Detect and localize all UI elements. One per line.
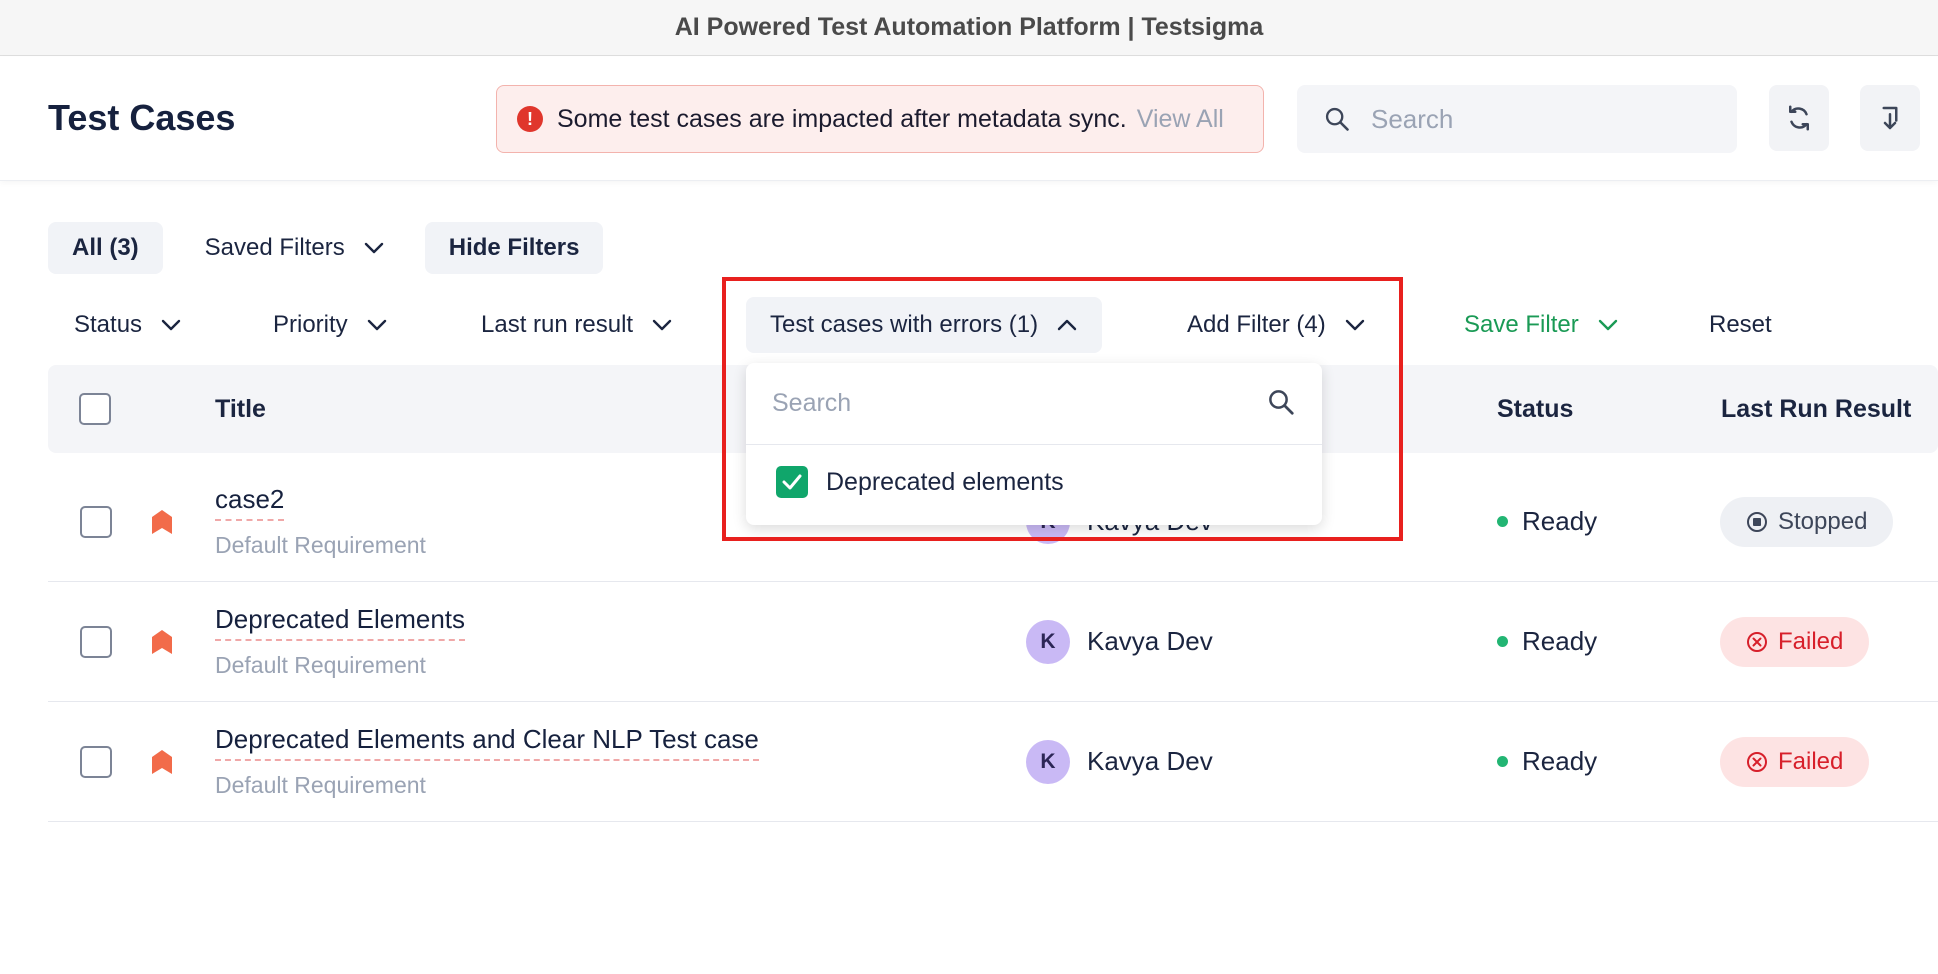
view-all-link[interactable]: View All (1137, 105, 1224, 134)
column-last-run-result[interactable]: Last Run Result (1721, 365, 1911, 453)
all-tab[interactable]: All (3) (48, 222, 163, 274)
status-badge: Stopped (1720, 497, 1894, 547)
chevron-down-icon (1598, 319, 1617, 331)
refresh-button[interactable] (1769, 85, 1829, 151)
owner-name: Kavya Dev (1087, 626, 1213, 656)
test-case-title[interactable]: Deprecated Elements (215, 604, 466, 641)
row-checkbox[interactable] (80, 626, 112, 658)
status-cell: Ready (1497, 746, 1597, 777)
saved-filters-dropdown[interactable]: Saved Filters (205, 234, 385, 262)
priority-flag-icon (152, 750, 172, 774)
window-title: AI Powered Test Automation Platform | Te… (0, 0, 1938, 56)
status-filter[interactable]: Status (74, 297, 182, 353)
column-title[interactable]: Title (215, 365, 266, 453)
status-dot-icon (1497, 756, 1508, 767)
chevron-down-icon (652, 319, 672, 331)
highlight-box (722, 277, 1403, 541)
table-row[interactable]: Deprecated Elements and Clear NLP Test c… (48, 702, 1938, 822)
priority-flag-icon (152, 510, 172, 534)
search-box (1297, 85, 1737, 153)
select-all-cell (79, 365, 111, 453)
select-all-checkbox[interactable] (79, 393, 111, 425)
status-cell: Ready (1497, 626, 1597, 657)
view-toolbar: All (3) Saved Filters Hide Filters (48, 222, 604, 274)
exclamation-icon: ! (517, 106, 543, 132)
status-text: Ready (1522, 626, 1598, 656)
search-icon (1325, 107, 1349, 131)
status-filter-label: Status (74, 311, 143, 338)
badge-label: Failed (1778, 628, 1844, 655)
status-badge: Failed (1720, 617, 1870, 667)
stop-icon (1747, 512, 1767, 532)
status-text: Ready (1522, 506, 1598, 536)
search-input[interactable] (1371, 103, 1711, 135)
metadata-sync-alert: ! Some test cases are impacted after met… (496, 85, 1264, 153)
page-header: Test Cases ! Some test cases are impacte… (0, 57, 1938, 181)
chevron-down-icon (367, 319, 386, 331)
status-dot-icon (1497, 516, 1508, 527)
row-checkbox[interactable] (80, 506, 112, 538)
page-title: Test Cases (48, 97, 236, 138)
row-checkbox[interactable] (80, 746, 112, 778)
failed-x-icon (1747, 752, 1767, 772)
badge-label: Stopped (1778, 508, 1868, 535)
last-run-result-filter-label: Last run result (481, 311, 634, 338)
chevron-down-icon (161, 319, 181, 331)
badge-label: Failed (1778, 748, 1844, 775)
status-cell: Ready (1497, 506, 1597, 537)
failed-x-icon (1747, 632, 1767, 652)
import-button[interactable] (1860, 85, 1920, 151)
refresh-icon (1789, 105, 1809, 131)
hide-filters-button[interactable]: Hide Filters (424, 222, 604, 274)
last-run-result-filter[interactable]: Last run result (481, 297, 673, 353)
import-icon (1882, 106, 1898, 130)
test-case-title[interactable]: case2 (215, 484, 285, 521)
save-filter-button[interactable]: Save Filter (1464, 297, 1619, 353)
priority-filter[interactable]: Priority (273, 297, 388, 353)
saved-filters-label: Saved Filters (204, 234, 345, 261)
priority-flag-icon (152, 630, 172, 654)
avatar: K (1026, 740, 1070, 784)
avatar: K (1026, 620, 1070, 664)
reset-button[interactable]: Reset (1709, 297, 1772, 353)
status-badge: Failed (1720, 737, 1870, 787)
priority-filter-label: Priority (273, 311, 348, 338)
test-case-requirement: Default Requirement (215, 772, 426, 798)
table-row[interactable]: Deprecated Elements Default Requirement … (48, 582, 1938, 702)
save-filter-label: Save Filter (1464, 311, 1579, 338)
test-case-requirement: Default Requirement (215, 532, 426, 558)
chevron-down-icon (364, 242, 383, 254)
column-status[interactable]: Status (1497, 365, 1573, 453)
test-case-title[interactable]: Deprecated Elements and Clear NLP Test c… (215, 724, 759, 761)
alert-message: Some test cases are impacted after metad… (557, 104, 1127, 133)
owner-name: Kavya Dev (1087, 746, 1213, 776)
status-dot-icon (1497, 636, 1508, 647)
status-text: Ready (1522, 746, 1598, 776)
test-case-requirement: Default Requirement (215, 652, 426, 678)
